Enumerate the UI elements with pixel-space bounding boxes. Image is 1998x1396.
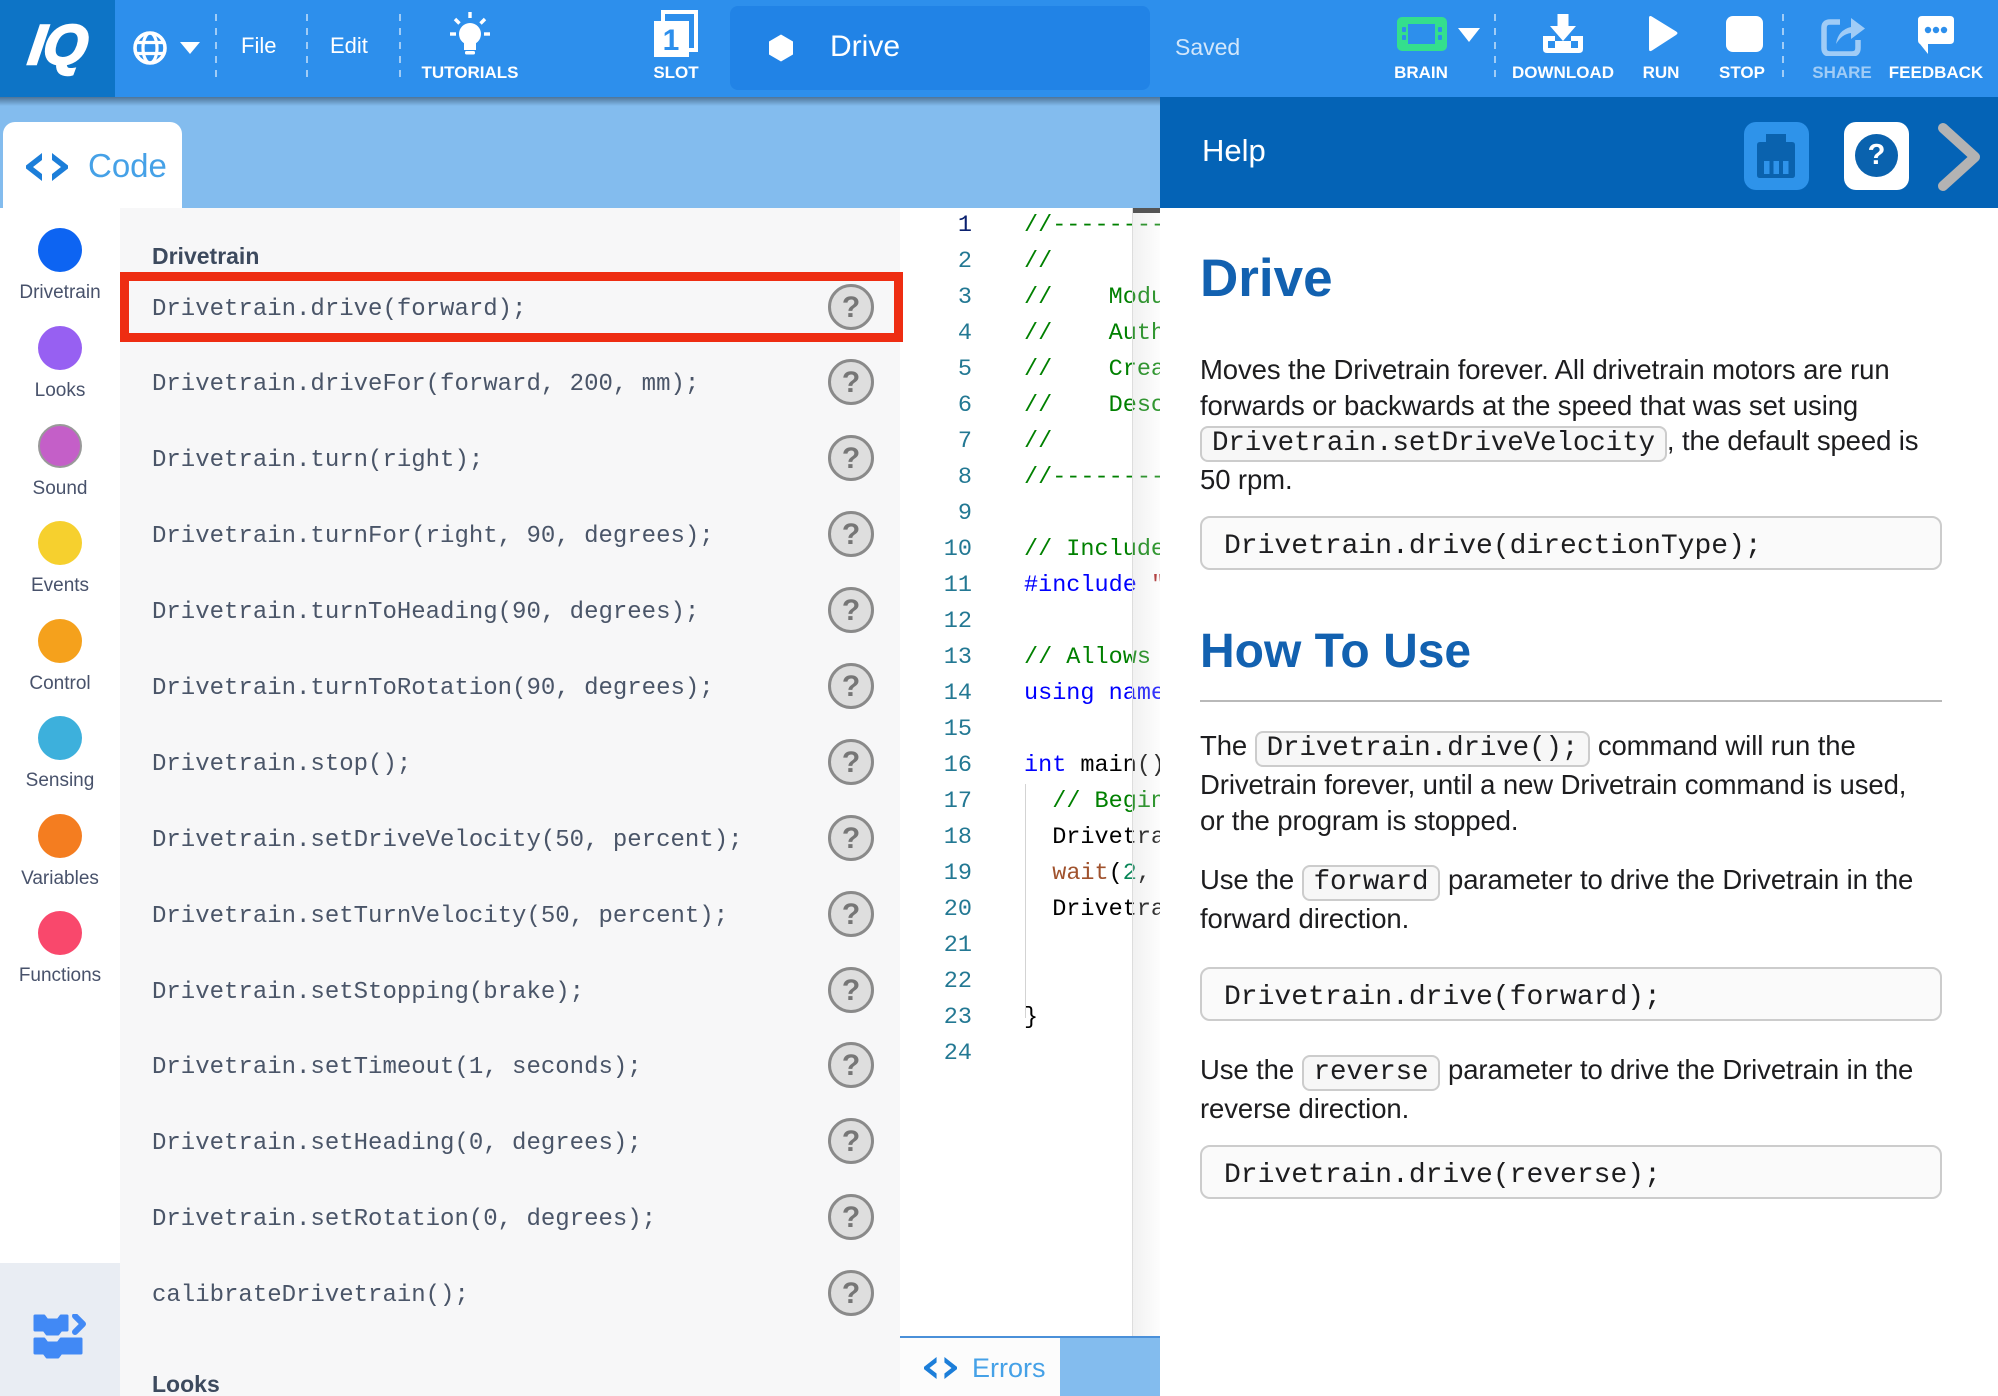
svg-text:1: 1: [663, 24, 680, 57]
